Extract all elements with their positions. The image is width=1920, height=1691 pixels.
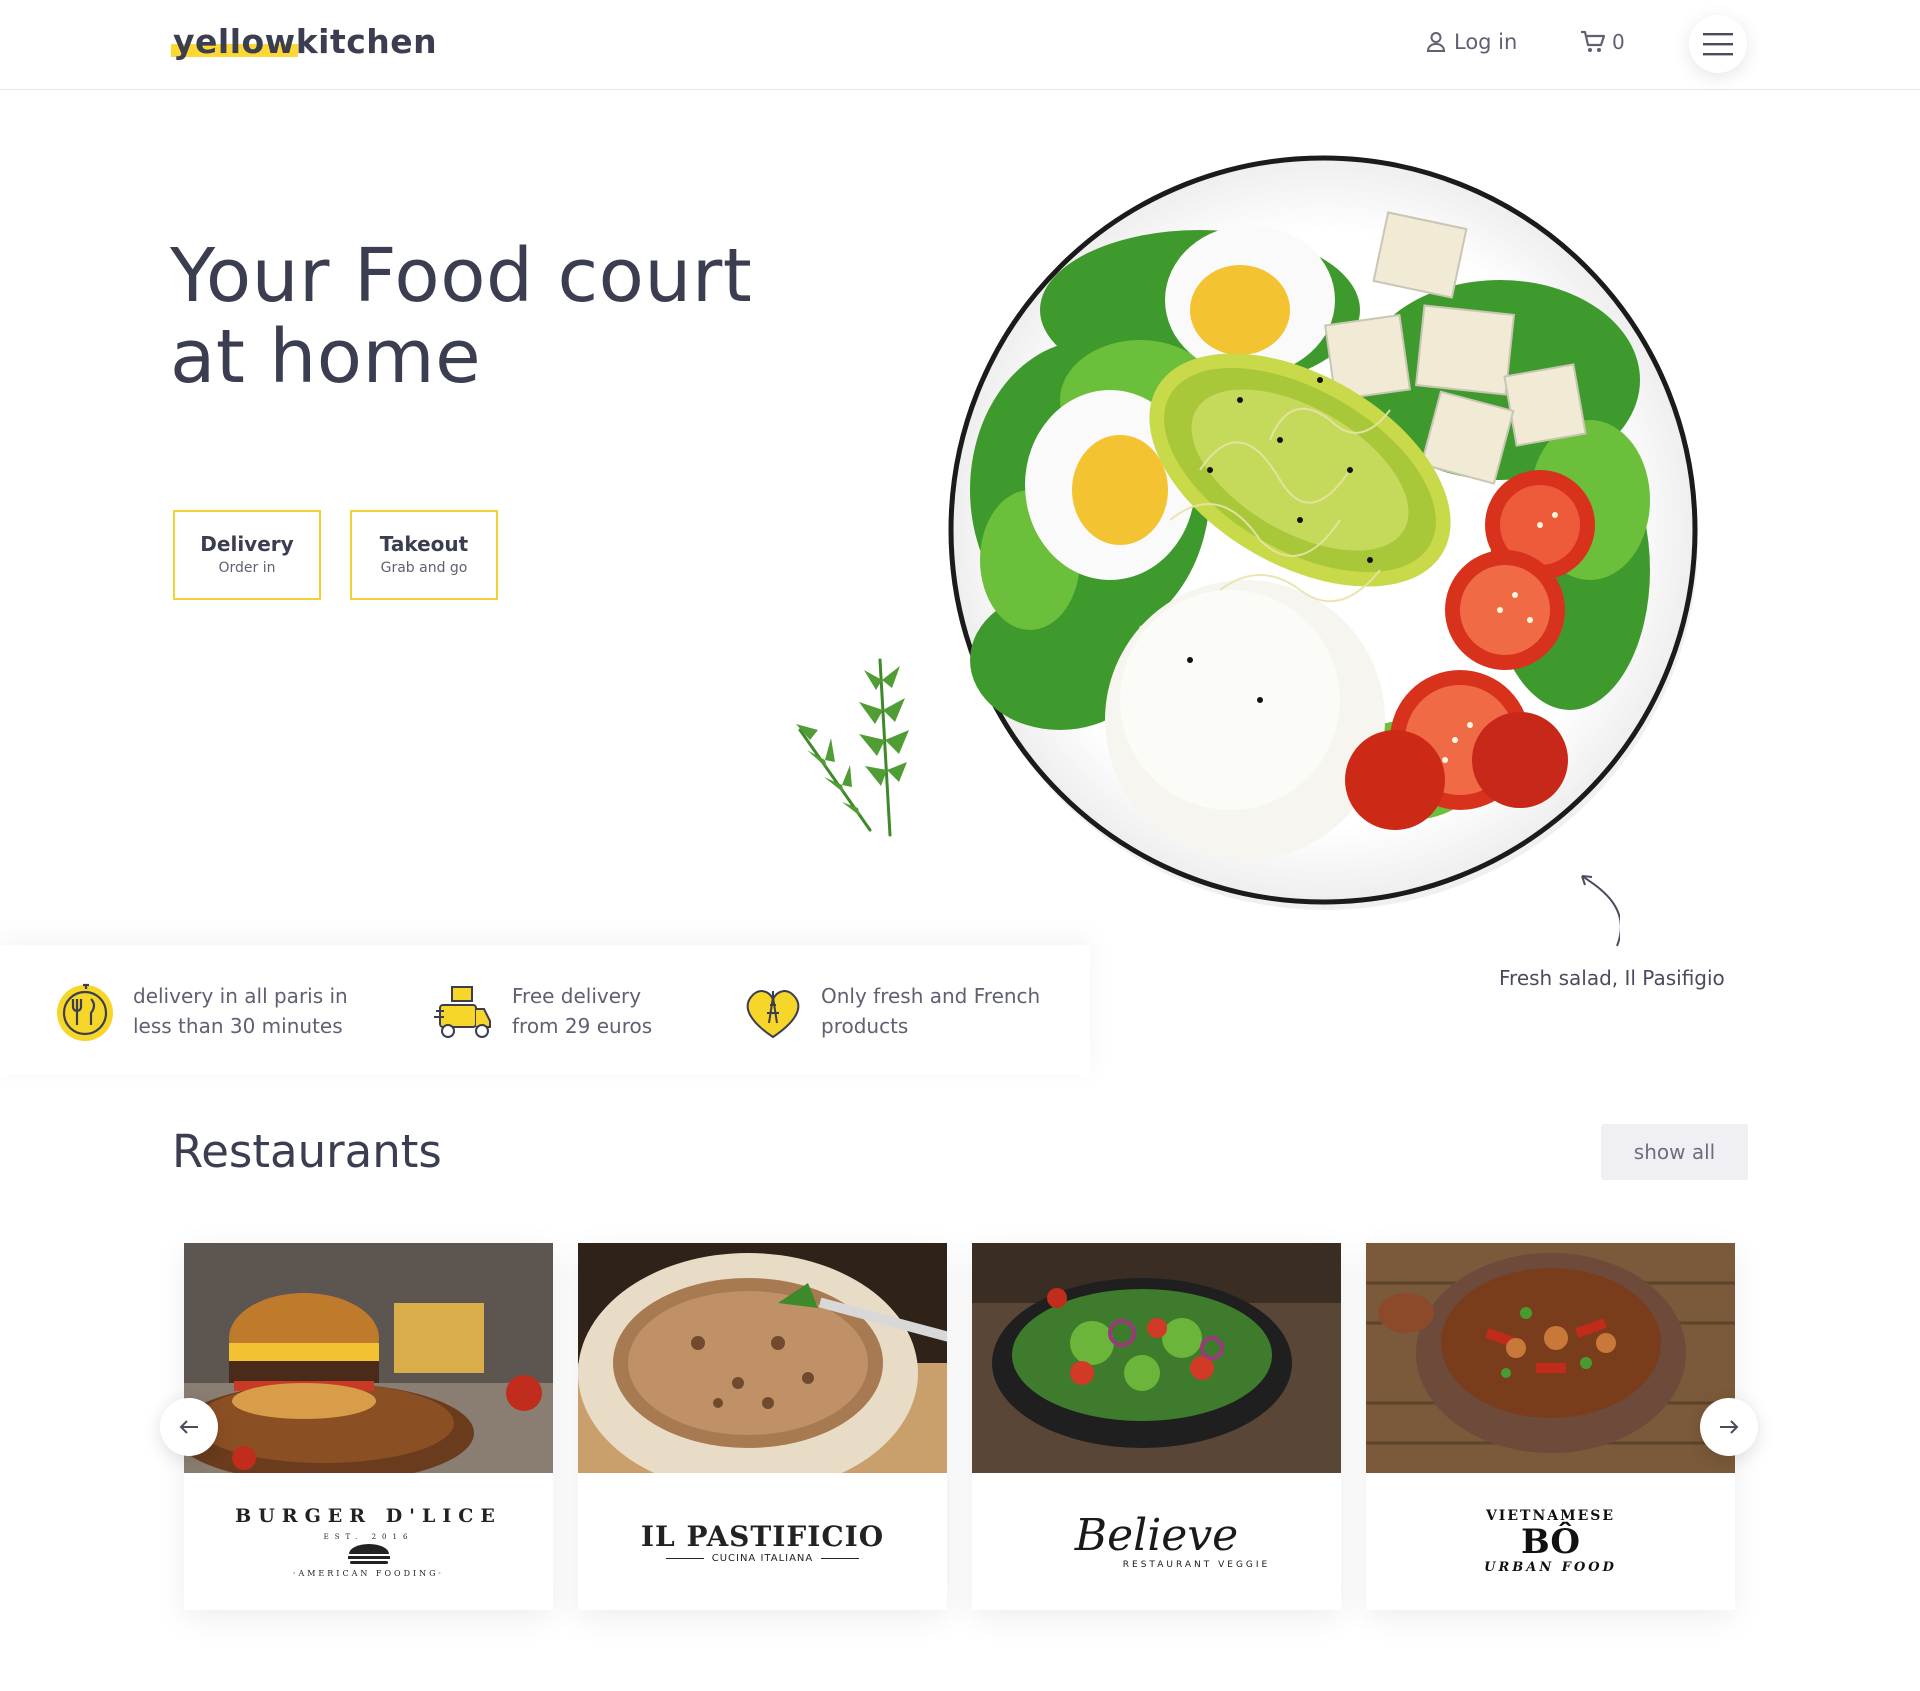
burger-logo-tagline: ·AMERICAN FOODING·: [292, 1569, 445, 1578]
login-link[interactable]: Log in: [1426, 30, 1517, 54]
arrow-right-icon: [1720, 1420, 1739, 1434]
clock-fork-knife-icon: [57, 983, 113, 1041]
cart-button[interactable]: 0: [1580, 30, 1625, 54]
hero-image-caption: Fresh salad, Il Pasifigio: [1499, 966, 1725, 990]
hero-title: Your Food court at home: [170, 236, 752, 398]
restaurant-card-pastificio[interactable]: IL PASTIFICIO CUCINA ITALIANA: [578, 1243, 947, 1610]
arrow-left-icon: [179, 1420, 198, 1434]
hamburger-menu-icon: [1703, 33, 1733, 56]
bo-urban-food-logo: VIETNAMESE BÔ URBAN FOOD: [1366, 1473, 1735, 1610]
burger-icon: [347, 1544, 390, 1564]
takeout-button-title: Takeout: [379, 532, 469, 556]
burger-logo-name: BURGER D'LICE: [235, 1505, 502, 1527]
heart-eiffel-tower-icon: [746, 990, 800, 1039]
burger-photo: [184, 1243, 553, 1473]
feature-fresh-products-line2: products: [821, 1014, 909, 1038]
user-icon: [1426, 32, 1446, 52]
feature-free-delivery-line1: Free delivery: [512, 984, 642, 1008]
feature-fresh-products-line1: Only fresh and French: [821, 984, 1041, 1008]
login-label: Log in: [1454, 30, 1518, 54]
brand-logo-highlight: yellow: [173, 22, 296, 61]
feature-fast-delivery-line1: delivery in all paris in: [133, 984, 348, 1008]
pastificio-logo-tagline: CUCINA ITALIANA: [711, 1552, 814, 1564]
feature-free-delivery-line2: from 29 euros: [512, 1014, 653, 1038]
hero-title-line1: Your Food court: [170, 233, 753, 319]
takeout-button[interactable]: Takeout Grab and go: [350, 510, 498, 600]
feature-free-delivery: Free delivery from 29 euros: [432, 981, 652, 1043]
delivery-button-subtitle: Order in: [218, 560, 276, 576]
arugula-leaf-image: [796, 658, 909, 837]
bo-logo-name: BÔ: [1521, 1522, 1580, 1562]
takeout-button-subtitle: Grab and go: [380, 560, 468, 576]
show-all-button[interactable]: show all: [1601, 1124, 1748, 1180]
restaurant-carousel: BURGER D'LICE EST. 2016 ·AMERICAN FOODIN…: [184, 1243, 1744, 1613]
risotto-photo: [578, 1243, 947, 1473]
cart-icon: [1581, 30, 1606, 52]
features-bar: delivery in all paris in less than 30 mi…: [0, 945, 1090, 1075]
restaurants-heading: Restaurants: [172, 1125, 442, 1178]
brand-logo[interactable]: yellowkitchen: [173, 22, 437, 61]
restaurant-card-bo[interactable]: VIETNAMESE BÔ URBAN FOOD: [1366, 1243, 1735, 1610]
feature-fast-delivery-line2: less than 30 minutes: [133, 1014, 343, 1038]
caption-arrow-icon: [1581, 875, 1620, 947]
restaurant-card-burger[interactable]: BURGER D'LICE EST. 2016 ·AMERICAN FOODIN…: [184, 1243, 553, 1610]
restaurant-card-believe[interactable]: Believe RESTAURANT VEGGIE: [972, 1243, 1341, 1610]
delivery-button-title: Delivery: [200, 532, 294, 556]
believe-logo-name: Believe: [1074, 1509, 1239, 1561]
veggie-bowl-photo: [972, 1243, 1341, 1473]
pastificio-logo-name: IL PASTIFICIO: [640, 1519, 885, 1553]
carousel-prev-button[interactable]: [160, 1398, 218, 1456]
burger-logo-est: EST. 2016: [323, 1533, 414, 1541]
brand-logo-rest: kitchen: [295, 22, 438, 61]
bo-logo-tagline: URBAN FOOD: [1484, 1560, 1617, 1575]
feature-fresh-products: Only fresh and French products: [741, 981, 1040, 1043]
stir-fry-photo: [1366, 1243, 1735, 1473]
hero-salad-image: [940, 140, 1720, 930]
delivery-button[interactable]: Delivery Order in: [173, 510, 321, 600]
cart-count: 0: [1612, 30, 1625, 54]
believe-logo: Believe RESTAURANT VEGGIE: [972, 1473, 1341, 1610]
carousel-next-button[interactable]: [1700, 1398, 1758, 1456]
hero-title-line2: at home: [170, 314, 482, 400]
delivery-scooter-icon: [434, 986, 491, 1038]
top-nav: yellowkitchen Log in 0: [0, 0, 1920, 90]
burger-dlice-logo: BURGER D'LICE EST. 2016 ·AMERICAN FOODIN…: [184, 1473, 553, 1610]
feature-fast-delivery: delivery in all paris in less than 30 mi…: [53, 981, 348, 1043]
il-pastificio-logo: IL PASTIFICIO CUCINA ITALIANA: [578, 1473, 947, 1610]
believe-logo-tagline: RESTAURANT VEGGIE: [1122, 1559, 1271, 1570]
menu-button[interactable]: [1689, 15, 1747, 73]
